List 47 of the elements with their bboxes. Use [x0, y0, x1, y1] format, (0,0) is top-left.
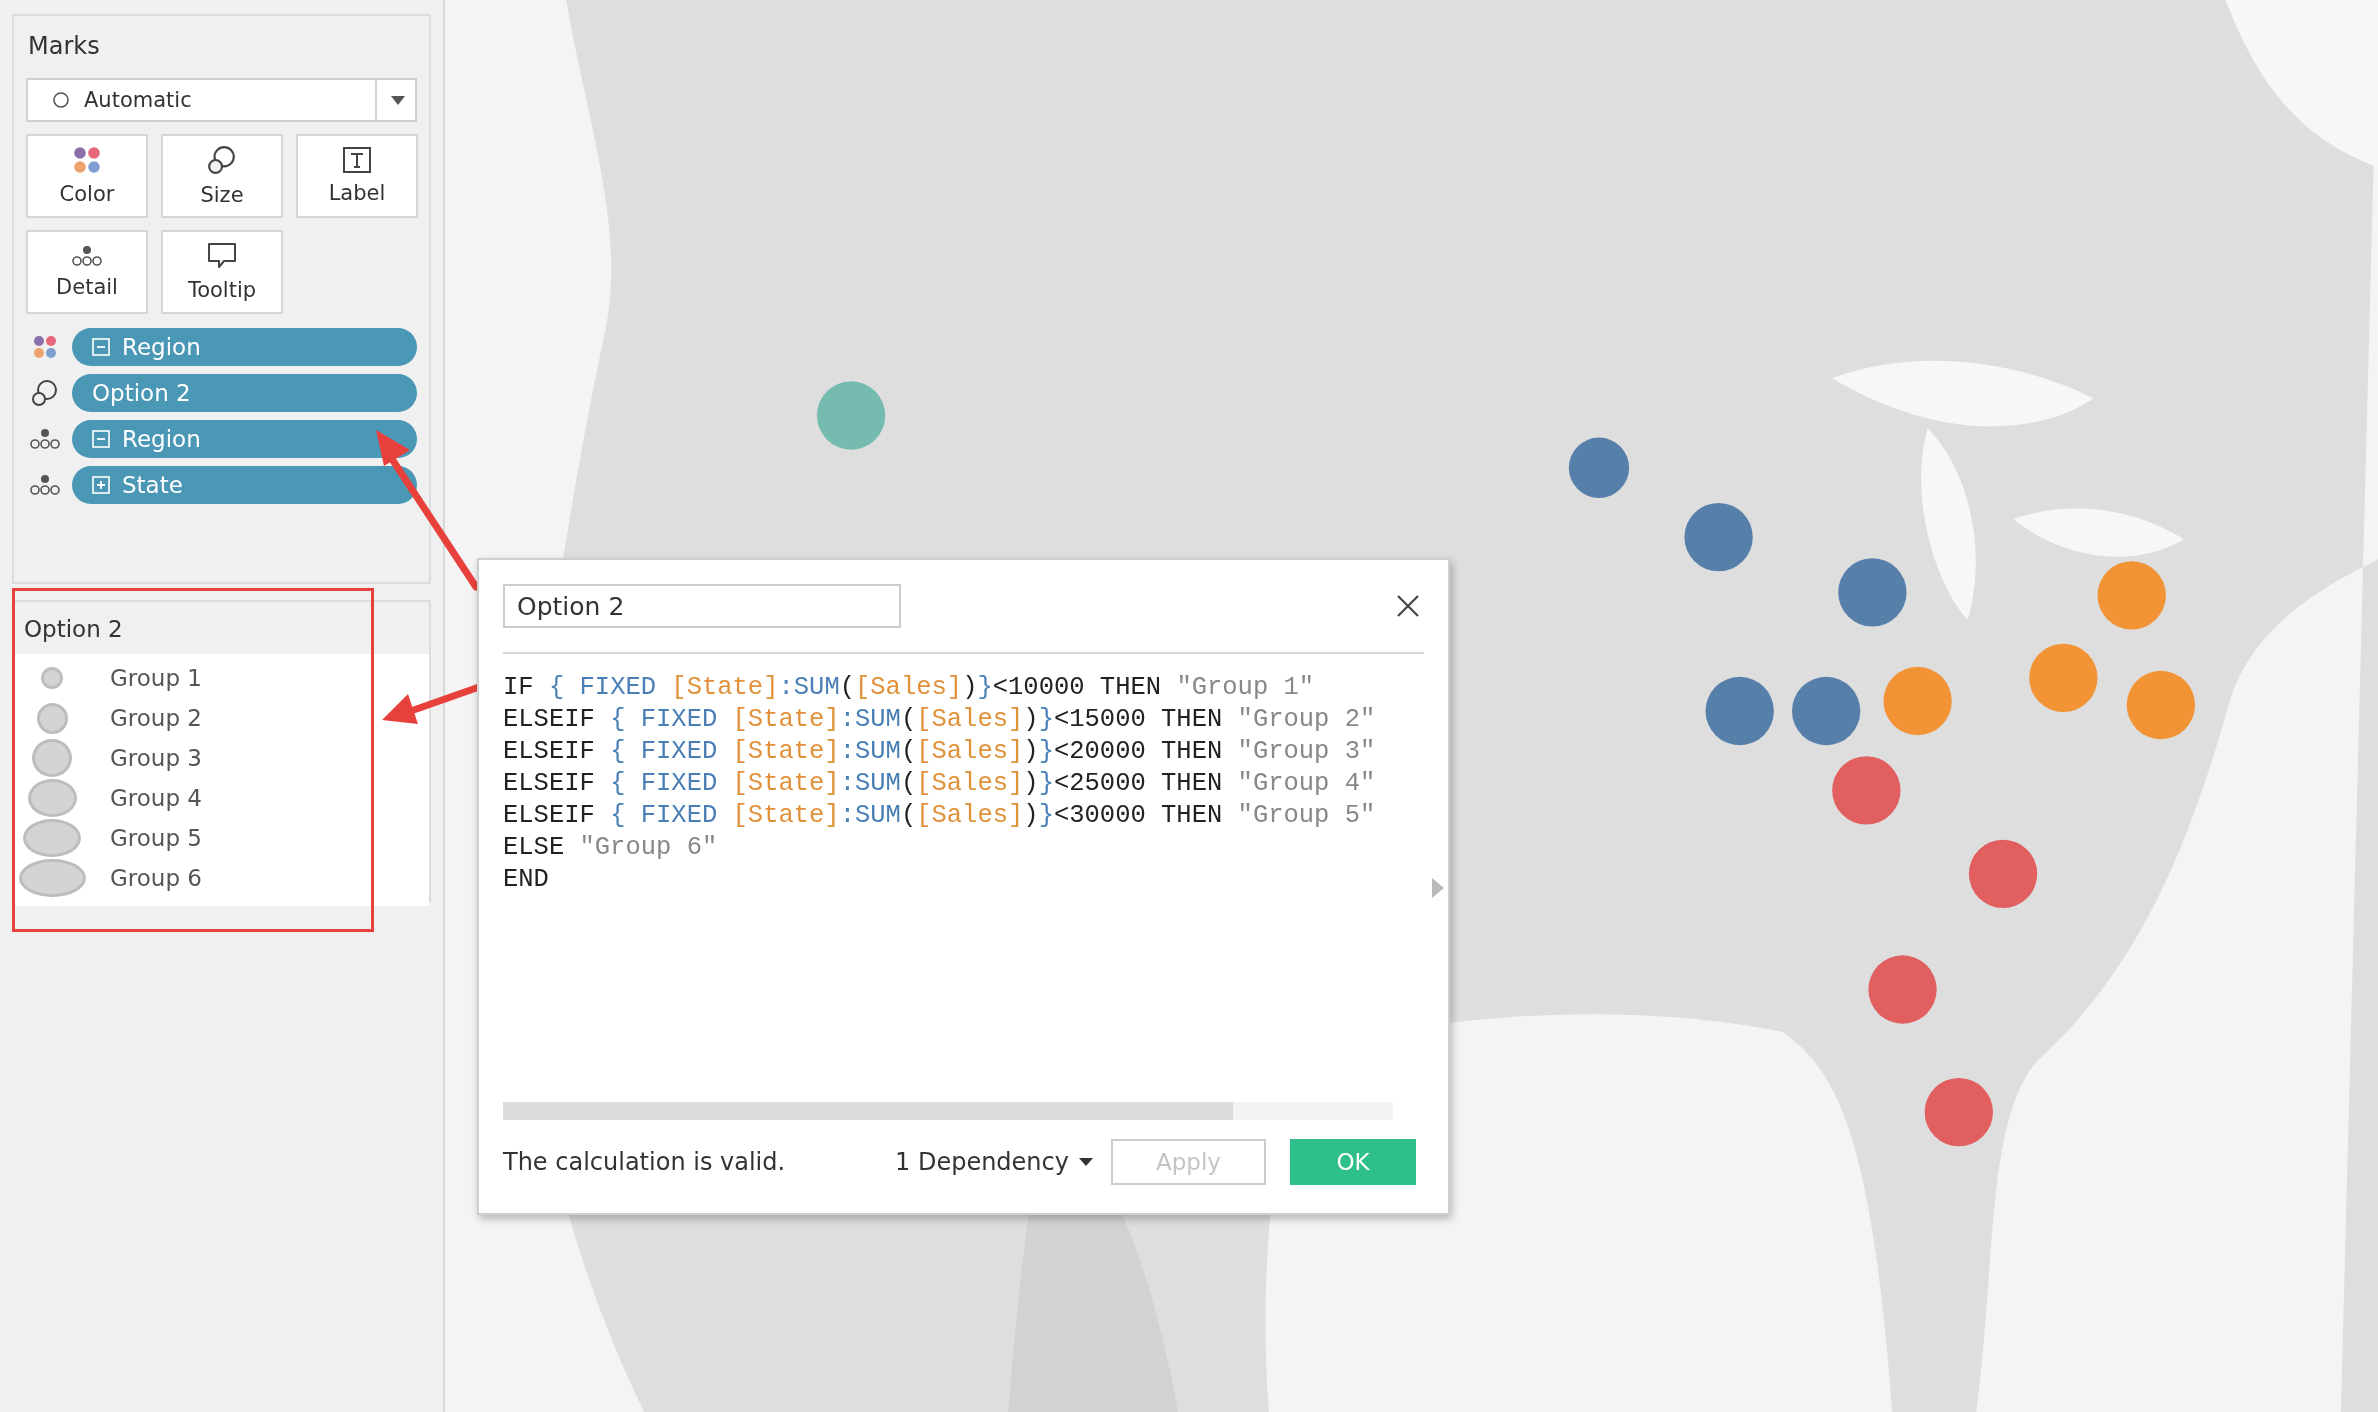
caret-icon — [1078, 1158, 1093, 1166]
validation-message: The calculation is valid. — [503, 1148, 787, 1176]
color-dots-icon — [33, 335, 57, 359]
caret-icon — [391, 95, 405, 105]
label-icon — [343, 147, 371, 173]
triangle-right-icon[interactable] — [1432, 878, 1444, 898]
size-circles-icon — [31, 379, 59, 407]
legend-label: Group 5 — [110, 825, 202, 851]
size-swatch — [32, 739, 72, 777]
code-line: ELSEIF { FIXED [State]:SUM([Sales])}<20000 THEN "Group 3" — [503, 736, 1376, 768]
detail-dots-icon — [30, 474, 60, 496]
size-swatch — [27, 779, 77, 817]
expand-icon[interactable] — [92, 476, 110, 494]
collapse-icon[interactable] — [92, 430, 110, 448]
collapse-icon[interactable] — [92, 338, 110, 356]
size-swatch — [36, 702, 68, 734]
legend-label: Group 6 — [110, 865, 202, 891]
size-circles-icon — [207, 145, 237, 175]
size-swatch — [23, 819, 81, 857]
color-dots-icon — [73, 146, 101, 174]
code-line: ELSEIF { FIXED [State]:SUM([Sales])}<30000 THEN "Group 5" — [503, 800, 1376, 832]
marks-title: Marks — [28, 32, 101, 60]
calculation-name-field[interactable]: Option 2 — [503, 584, 901, 628]
legend-label: Group 1 — [110, 665, 202, 691]
mark-property-button[interactable]: Color — [26, 134, 148, 218]
detail-dots-icon — [30, 428, 60, 450]
size-swatch — [41, 667, 63, 689]
code-line: IF { FIXED [State]:SUM([Sales])}<10000 THEN "Group 1" — [503, 672, 1315, 704]
mark-property-button[interactable]: Tooltip — [161, 230, 283, 314]
mark-type-text: Automatic — [84, 88, 193, 112]
mark-property-button[interactable]: Detail — [26, 230, 148, 314]
legend-label: Group 3 — [110, 745, 202, 771]
mark-property-button[interactable]: Label — [296, 134, 418, 218]
size-swatch — [18, 859, 86, 897]
dependency-dropdown[interactable]: 1 Dependency — [895, 1148, 1111, 1176]
code-line: ELSE "Group 6" — [503, 832, 718, 864]
circle-icon — [52, 91, 70, 109]
code-line: ELSEIF { FIXED [State]:SUM([Sales])}<15000 THEN "Group 2" — [503, 704, 1376, 736]
detail-dots-icon — [72, 245, 102, 267]
legend-label: Group 4 — [110, 785, 202, 811]
speech-bubble-icon — [207, 242, 237, 270]
legend-label: Group 2 — [110, 705, 202, 731]
mark-type-dropdown[interactable]: Automatic — [26, 78, 417, 122]
code-line: END — [503, 864, 549, 896]
horizontal-scrollbar[interactable] — [503, 1102, 1393, 1120]
mark-property-button[interactable]: Size — [161, 134, 283, 218]
code-line: ELSEIF { FIXED [State]:SUM([Sales])}<25000 THEN "Group 4" — [503, 768, 1376, 800]
